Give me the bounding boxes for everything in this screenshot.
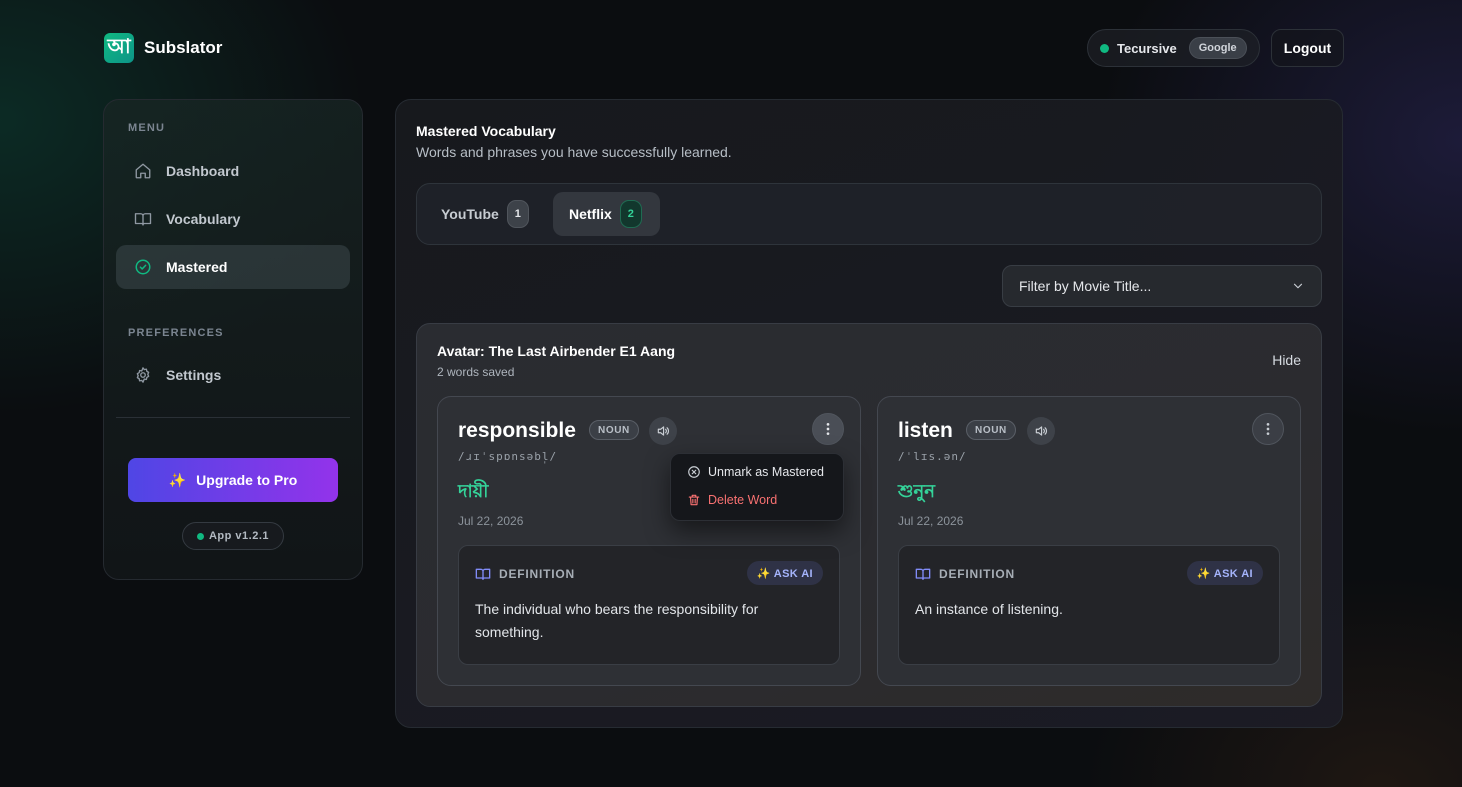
tab-count-badge: 2 bbox=[619, 200, 642, 228]
tab-netflix[interactable]: Netflix 2 bbox=[553, 192, 660, 236]
status-dot-icon bbox=[196, 532, 204, 540]
sidebar-item-vocabulary[interactable]: Vocabulary bbox=[116, 197, 350, 241]
user-pill: Tecursive Google bbox=[1087, 29, 1260, 67]
tab-label: Netflix bbox=[569, 206, 612, 222]
sidebar-item-settings[interactable]: Settings bbox=[116, 353, 350, 397]
delete-word-menu-item[interactable]: Delete Word bbox=[687, 493, 777, 507]
movie-filter-select[interactable]: Filter by Movie Title... bbox=[1002, 265, 1322, 307]
translation-text: শুনুন bbox=[898, 481, 935, 501]
sidebar-divider bbox=[116, 417, 350, 418]
movie-group: Avatar: The Last Airbender E1 Aang 2 wor… bbox=[416, 323, 1322, 707]
tab-label: YouTube bbox=[441, 206, 499, 222]
check-circle-icon bbox=[135, 259, 151, 275]
word-card: responsible NOUN /ɹɪˈspɒnsəbl̩/ দায়ী Ju… bbox=[437, 396, 861, 686]
version-badge: App v1.2.1 bbox=[182, 522, 284, 550]
definition-box: DEFINITION ✨ ASK AI The individual who b… bbox=[458, 545, 840, 665]
auth-provider-badge: Google bbox=[1188, 37, 1247, 59]
pronounce-button[interactable] bbox=[1027, 417, 1055, 445]
hide-group-button[interactable]: Hide bbox=[1272, 352, 1301, 368]
card-context-menu: Unmark as Mastered Delete Word bbox=[670, 453, 844, 521]
word-text: listen bbox=[898, 419, 953, 442]
app-logo[interactable]: আ Subslator bbox=[104, 33, 222, 63]
gear-icon bbox=[136, 367, 150, 383]
upgrade-to-pro-button[interactable]: ✨ Upgrade to Pro bbox=[128, 458, 338, 502]
platform-tabs: YouTube 1 Netflix 2 bbox=[416, 183, 1322, 245]
upgrade-label: Upgrade to Pro bbox=[196, 472, 298, 488]
definition-text: An instance of listening. bbox=[915, 601, 1063, 617]
phonetic-text: /ˈlɪs.ən/ bbox=[898, 450, 967, 463]
card-menu-button[interactable] bbox=[1252, 413, 1284, 445]
home-icon bbox=[135, 163, 151, 179]
sidebar-item-dashboard[interactable]: Dashboard bbox=[116, 149, 350, 193]
more-vertical-icon bbox=[1266, 423, 1270, 435]
definition-box: DEFINITION ✨ ASK AI An instance of liste… bbox=[898, 545, 1280, 665]
sidebar: MENU Dashboard Vocabulary Mastered PREFE… bbox=[103, 99, 363, 580]
page-subtitle: Words and phrases you have successfully … bbox=[416, 144, 732, 160]
sidebar-item-label: Mastered bbox=[166, 259, 228, 275]
online-status-icon bbox=[1100, 43, 1109, 53]
book-icon bbox=[134, 213, 152, 226]
group-title: Avatar: The Last Airbender E1 Aang bbox=[437, 343, 676, 359]
speaker-icon bbox=[657, 426, 670, 436]
definition-label-text: DEFINITION bbox=[499, 567, 575, 581]
word-card: listen NOUN /ˈlɪs.ən/ শুনুন Jul 22, 2026… bbox=[877, 396, 1301, 686]
main-panel: Mastered Vocabulary Words and phrases yo… bbox=[395, 99, 1343, 728]
preferences-heading: PREFERENCES bbox=[128, 327, 224, 339]
sparkles-icon: ✨ bbox=[168, 471, 187, 488]
word-text: responsible bbox=[458, 419, 576, 442]
menu-heading: MENU bbox=[128, 122, 166, 134]
sidebar-item-mastered[interactable]: Mastered bbox=[116, 245, 350, 289]
sidebar-item-label: Vocabulary bbox=[166, 211, 241, 227]
book-open-icon bbox=[915, 568, 931, 580]
unmark-mastered-menu-item[interactable]: Unmark as Mastered bbox=[687, 465, 824, 479]
definition-label: DEFINITION bbox=[915, 566, 1015, 582]
saved-date: Jul 22, 2026 bbox=[458, 514, 524, 528]
ask-ai-button[interactable]: ✨ ASK AI bbox=[1186, 561, 1263, 585]
phonetic-text: /ɹɪˈspɒnsəbl̩/ bbox=[458, 450, 558, 463]
book-open-icon bbox=[475, 568, 491, 580]
menu-item-label: Unmark as Mastered bbox=[708, 465, 825, 479]
group-word-count: 2 words saved bbox=[437, 365, 515, 379]
x-circle-icon bbox=[688, 466, 700, 478]
trash-icon bbox=[688, 494, 700, 506]
menu-item-label: Delete Word bbox=[708, 493, 778, 507]
version-text: App v1.2.1 bbox=[208, 530, 270, 542]
speaker-icon bbox=[1035, 426, 1048, 436]
definition-label: DEFINITION bbox=[475, 566, 575, 582]
more-vertical-icon bbox=[826, 423, 830, 435]
card-menu-button[interactable] bbox=[812, 413, 844, 445]
logo-icon: আ bbox=[104, 33, 134, 63]
ask-ai-button[interactable]: ✨ ASK AI bbox=[746, 561, 823, 585]
tab-youtube[interactable]: YouTube 1 bbox=[425, 192, 547, 236]
pronounce-button[interactable] bbox=[649, 417, 677, 445]
definition-label-text: DEFINITION bbox=[939, 567, 1015, 581]
chevron-down-icon bbox=[1293, 283, 1303, 289]
saved-date: Jul 22, 2026 bbox=[898, 514, 964, 528]
page-title: Mastered Vocabulary bbox=[416, 123, 556, 139]
logout-button[interactable]: Logout bbox=[1271, 29, 1344, 67]
tab-count-badge: 1 bbox=[506, 200, 529, 228]
part-of-speech-badge: NOUN bbox=[966, 420, 1016, 440]
sidebar-item-label: Settings bbox=[166, 367, 222, 383]
sidebar-item-label: Dashboard bbox=[166, 163, 240, 179]
app-name: Subslator bbox=[144, 38, 223, 57]
user-name: Tecursive bbox=[1117, 40, 1177, 56]
part-of-speech-badge: NOUN bbox=[589, 420, 639, 440]
filter-placeholder: Filter by Movie Title... bbox=[1019, 278, 1152, 294]
definition-text: The individual who bears the responsibil… bbox=[475, 601, 759, 640]
translation-text: দায়ী bbox=[458, 481, 489, 501]
